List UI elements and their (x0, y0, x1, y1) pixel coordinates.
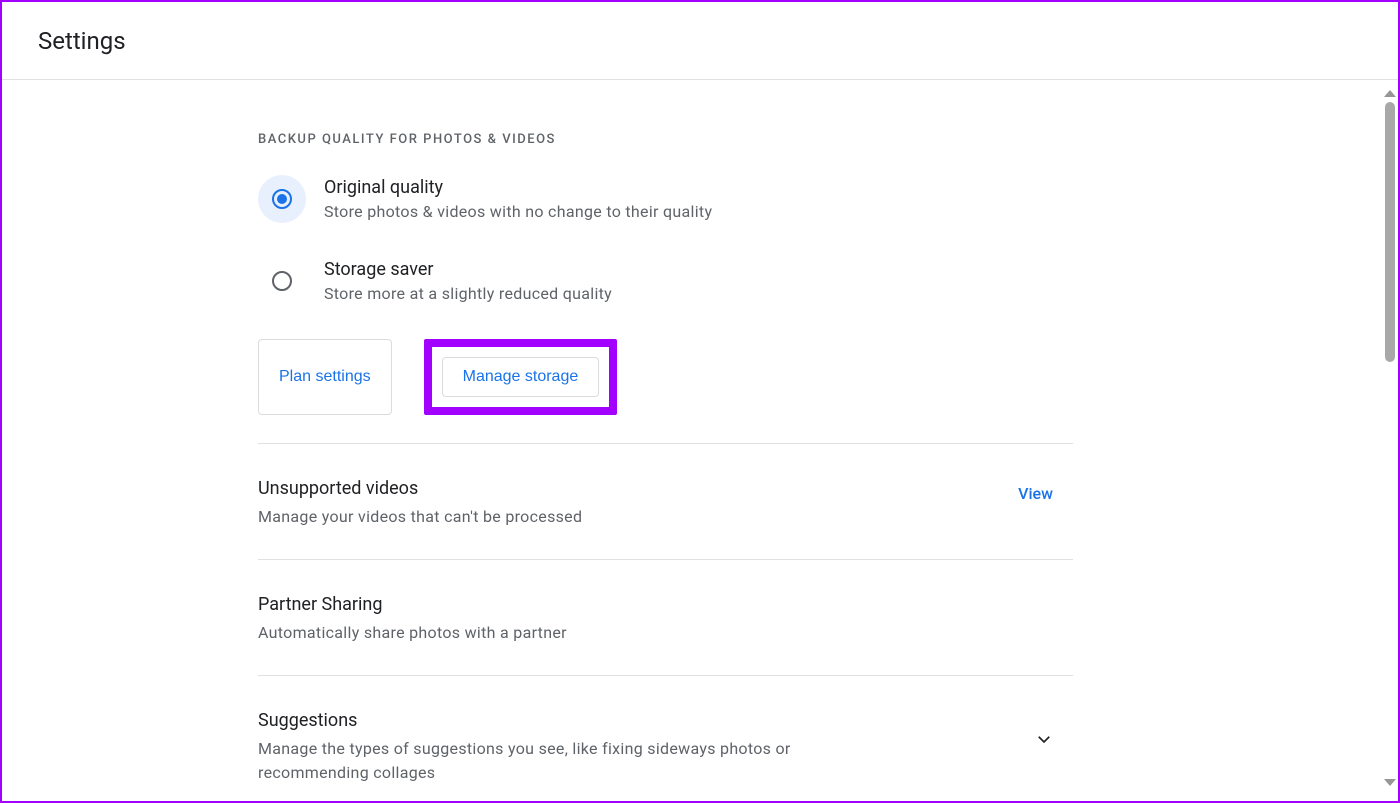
backup-button-row: Plan settings Manage storage (258, 339, 1073, 415)
expand-toggle[interactable] (1035, 710, 1073, 752)
radio-desc: Store photos & videos with no change to … (324, 202, 712, 221)
scrollbar[interactable] (1381, 88, 1398, 790)
row-unsupported-videos[interactable]: Unsupported videos Manage your videos th… (258, 444, 1073, 560)
settings-content: BACKUP QUALITY FOR PHOTOS & VIDEOS Origi… (258, 80, 1073, 801)
radio-button-unselected-icon (258, 257, 306, 305)
radio-button-selected-icon (258, 175, 306, 223)
chevron-down-icon (1035, 730, 1053, 748)
scroll-area: BACKUP QUALITY FOR PHOTOS & VIDEOS Origi… (2, 80, 1398, 801)
radio-title: Original quality (324, 177, 712, 198)
row-title: Suggestions (258, 710, 898, 731)
row-suggestions[interactable]: Suggestions Manage the types of suggesti… (258, 676, 1073, 801)
view-link[interactable]: View (1018, 478, 1073, 503)
row-text: Suggestions Manage the types of suggesti… (258, 710, 898, 785)
scroll-up-icon (1384, 90, 1396, 97)
scroll-down-icon (1384, 779, 1396, 786)
row-desc: Manage the types of suggestions you see,… (258, 737, 898, 785)
radio-title: Storage saver (324, 259, 612, 280)
row-text: Partner Sharing Automatically share phot… (258, 594, 567, 645)
plan-settings-button[interactable]: Plan settings (258, 339, 392, 415)
row-text: Unsupported videos Manage your videos th… (258, 478, 582, 529)
header-bar: Settings (2, 2, 1398, 80)
row-desc: Automatically share photos with a partne… (258, 621, 567, 645)
row-title: Unsupported videos (258, 478, 582, 499)
radio-text: Original quality Store photos & videos w… (324, 175, 712, 221)
radio-option-storage-saver[interactable]: Storage saver Store more at a slightly r… (258, 257, 1073, 305)
scroll-thumb[interactable] (1385, 102, 1395, 362)
row-title: Partner Sharing (258, 594, 567, 615)
page-title: Settings (38, 27, 126, 55)
radio-option-original-quality[interactable]: Original quality Store photos & videos w… (258, 175, 1073, 223)
annotation-highlight: Manage storage (424, 339, 618, 415)
manage-storage-button[interactable]: Manage storage (442, 357, 600, 397)
radio-desc: Store more at a slightly reduced quality (324, 284, 612, 303)
row-desc: Manage your videos that can't be process… (258, 505, 582, 529)
row-partner-sharing[interactable]: Partner Sharing Automatically share phot… (258, 560, 1073, 676)
backup-quality-section-label: BACKUP QUALITY FOR PHOTOS & VIDEOS (258, 132, 1073, 147)
radio-text: Storage saver Store more at a slightly r… (324, 257, 612, 303)
